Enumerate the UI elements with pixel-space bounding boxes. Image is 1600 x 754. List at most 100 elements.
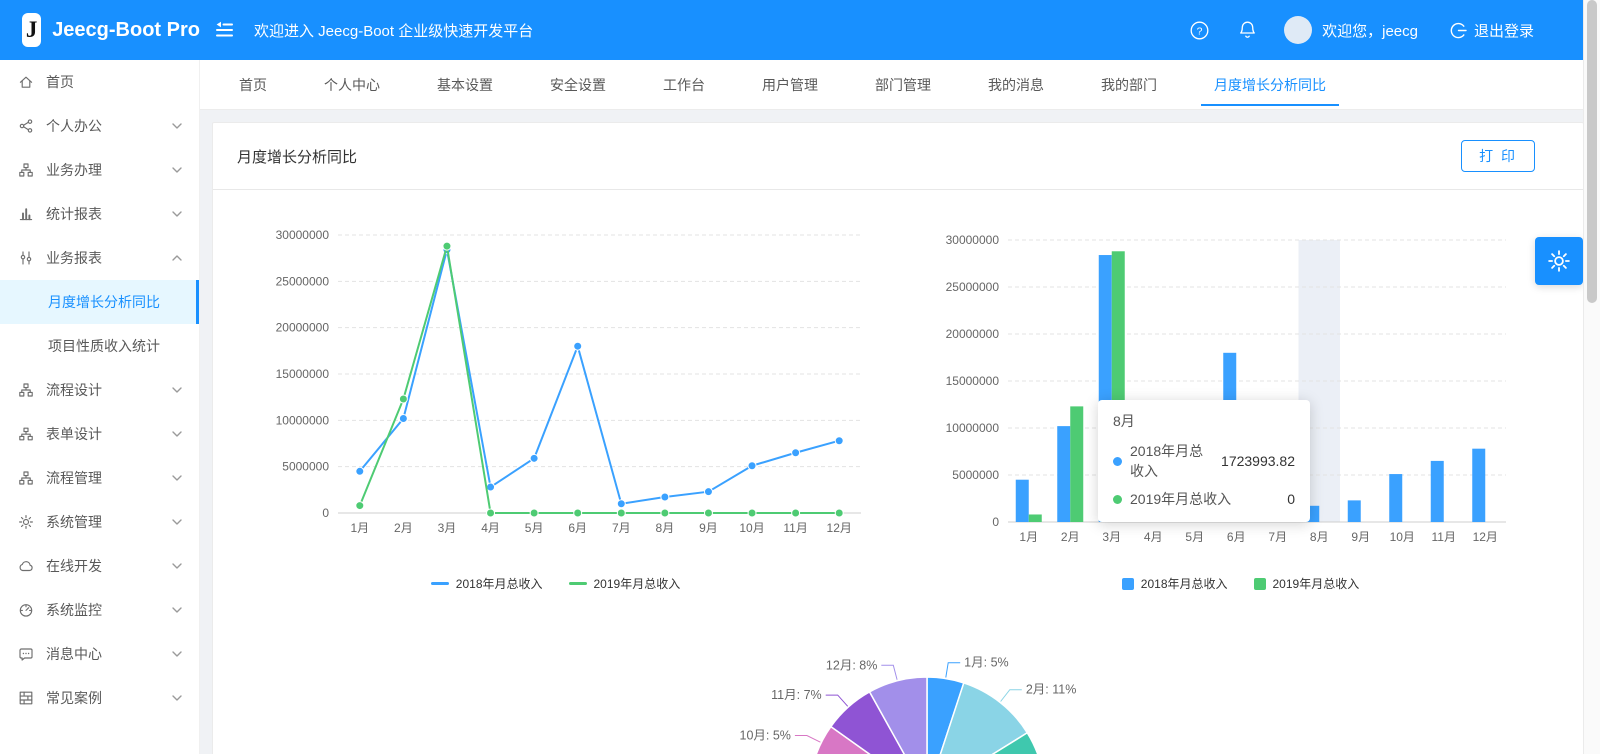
sidebar-item-label: 业务办理 xyxy=(46,162,102,178)
tooltip-series-name: 2018年月总收入 xyxy=(1130,443,1204,479)
pie-label: 2月: 11% xyxy=(1026,683,1077,697)
svg-text:4月: 4月 xyxy=(481,521,500,535)
tab[interactable]: 用户管理 xyxy=(762,60,818,109)
legend-label: 2019年月总收入 xyxy=(1272,577,1360,591)
sidebar-item-label: 统计报表 xyxy=(46,206,102,222)
line-chart-legend: 2018年月总收入 2019年月总收入 xyxy=(213,575,898,592)
gear-icon xyxy=(18,514,34,530)
tab[interactable]: 安全设置 xyxy=(550,60,606,109)
sidebar-item[interactable]: 统计报表 xyxy=(0,192,199,236)
app-logo[interactable]: J Jeecg-Boot Pro xyxy=(0,13,200,47)
chevron-down-icon xyxy=(172,519,182,525)
tooltip-series-name: 2019年月总收入 xyxy=(1130,491,1232,507)
scrollbar-thumb[interactable] xyxy=(1587,0,1597,303)
sidebar-item[interactable]: 系统管理 xyxy=(0,500,199,544)
sidebar-item[interactable]: 系统监控 xyxy=(0,588,199,632)
legend-item[interactable]: 2019年月总收入 xyxy=(568,575,681,592)
tab[interactable]: 我的消息 xyxy=(988,60,1044,109)
print-button[interactable]: 打 印 xyxy=(1461,140,1535,172)
bar-chart[interactable]: 0 5000000 10000000 15000000 20000000 25000000… xyxy=(898,208,1583,598)
sidebar-item[interactable]: 消息中心 xyxy=(0,632,199,676)
logo-text: Jeecg-Boot Pro xyxy=(52,18,200,41)
sidebar-item[interactable]: 表单设计 xyxy=(0,412,199,456)
svg-text:5月: 5月 xyxy=(1185,530,1204,544)
gear-icon xyxy=(1547,249,1571,273)
message-icon xyxy=(18,646,34,662)
menu-fold-icon[interactable] xyxy=(214,20,234,40)
svg-text:5000000: 5000000 xyxy=(952,468,999,482)
tab[interactable]: 首页 xyxy=(239,60,267,109)
tab[interactable]: 工作台 xyxy=(663,60,705,109)
svg-text:5月: 5月 xyxy=(525,521,544,535)
svg-text:10月: 10月 xyxy=(1390,530,1415,544)
sidebar-item[interactable]: 业务报表 xyxy=(0,236,199,280)
svg-text:15000000: 15000000 xyxy=(276,367,330,381)
sidebar-item[interactable]: 流程管理 xyxy=(0,456,199,500)
pie-chart[interactable]: 1月: 5%2月: 11%3月: 30%4月: 3%5月: 6%6月: 19%7… xyxy=(213,612,1583,754)
sidebar-item-label: 个人办公 xyxy=(46,118,102,134)
logout-button[interactable]: 退出登录 xyxy=(1450,20,1534,41)
legend-label: 2018年月总收入 xyxy=(1140,577,1228,591)
chevron-down-icon xyxy=(172,123,182,129)
sidebar-item-label: 业务报表 xyxy=(46,250,102,266)
report-card: 月度增长分析同比 打 印 0 5000000 10000000 15000000 200… xyxy=(212,122,1584,754)
chevron-down-icon xyxy=(172,651,182,657)
sidebar-subitem[interactable]: 月度增长分析同比 xyxy=(0,280,199,324)
settings-float-button[interactable] xyxy=(1535,237,1583,285)
svg-text:15000000: 15000000 xyxy=(946,374,1000,388)
svg-text:9月: 9月 xyxy=(1351,530,1370,544)
sidebar-item[interactable]: 常见案例 xyxy=(0,676,199,720)
sidebar-item-label: 首页 xyxy=(46,74,74,90)
tooltip-row: 2018年月总收入 1723993.82 xyxy=(1113,441,1295,481)
svg-text:?: ? xyxy=(1196,25,1202,37)
tab[interactable]: 我的部门 xyxy=(1101,60,1157,109)
svg-text:1月: 1月 xyxy=(350,521,369,535)
legend-item[interactable]: 2018年月总收入 xyxy=(1121,575,1228,592)
logout-icon xyxy=(1450,22,1467,39)
avatar[interactable] xyxy=(1284,16,1313,44)
tab[interactable]: 月度增长分析同比 xyxy=(1201,60,1339,109)
pie-label: 11月: 7% xyxy=(771,688,822,702)
legend-label: 2019年月总收入 xyxy=(593,577,681,591)
svg-text:25000000: 25000000 xyxy=(946,280,1000,294)
legend-marker xyxy=(568,582,587,585)
sidebar-item-label: 表单设计 xyxy=(46,426,102,442)
svg-text:30000000: 30000000 xyxy=(946,233,1000,247)
legend-item[interactable]: 2019年月总收入 xyxy=(1253,575,1360,592)
tab[interactable]: 个人中心 xyxy=(324,60,380,109)
bell-icon[interactable] xyxy=(1232,15,1262,45)
sidebar-item[interactable]: 在线开发 xyxy=(0,544,199,588)
tooltip-title: 8月 xyxy=(1113,413,1135,429)
line-chart[interactable]: 0 5000000 10000000 15000000 20000000 25000000… xyxy=(213,208,898,598)
svg-text:4月: 4月 xyxy=(1144,530,1163,544)
svg-text:3月: 3月 xyxy=(438,521,457,535)
svg-text:10月: 10月 xyxy=(739,521,764,535)
tooltip-series-value: 1723993.82 xyxy=(1221,453,1295,469)
legend-item[interactable]: 2018年月总收入 xyxy=(430,575,543,592)
page-title: 月度增长分析同比 xyxy=(237,148,358,166)
cloud-icon xyxy=(18,558,34,574)
tab[interactable]: 部门管理 xyxy=(875,60,931,109)
sidebar-item-label: 常见案例 xyxy=(46,690,102,706)
tab[interactable]: 基本设置 xyxy=(437,60,493,109)
chart-tooltip: 8月 2018年月总收入 1723993.82 2019年月总收入 0 xyxy=(1098,400,1310,522)
help-icon[interactable]: ? xyxy=(1184,15,1214,45)
sidebar-item[interactable]: 流程设计 xyxy=(0,368,199,412)
svg-text:0: 0 xyxy=(992,515,999,529)
sidebar-item[interactable]: 个人办公 xyxy=(0,104,199,148)
tooltip-series-dot xyxy=(1113,456,1122,466)
sidebar-subitem[interactable]: 项目性质收入统计 xyxy=(0,324,199,368)
pie-chart-svg: 1月: 5%2月: 11%3月: 30%4月: 3%5月: 6%6月: 19%7… xyxy=(740,656,1077,754)
user-greeting[interactable]: 欢迎您，jeecg xyxy=(1322,20,1418,41)
sidebar-item[interactable]: 业务办理 xyxy=(0,148,199,192)
sidebar: 首页个人办公业务办理统计报表业务报表月度增长分析同比 项目性质收入统计 流程设计表单… xyxy=(0,60,200,754)
page-scrollbar[interactable] xyxy=(1583,0,1600,754)
svg-text:8月: 8月 xyxy=(656,521,675,535)
sidebar-item-label: 系统管理 xyxy=(46,514,102,530)
sliders-icon xyxy=(18,250,34,266)
sidebar-item[interactable]: 首页 xyxy=(0,60,199,104)
sidebar-item-label: 消息中心 xyxy=(46,646,102,662)
legend-label: 2018年月总收入 xyxy=(455,577,543,591)
sidebar-item-label: 在线开发 xyxy=(46,558,102,574)
bar-chart-icon xyxy=(18,206,34,222)
